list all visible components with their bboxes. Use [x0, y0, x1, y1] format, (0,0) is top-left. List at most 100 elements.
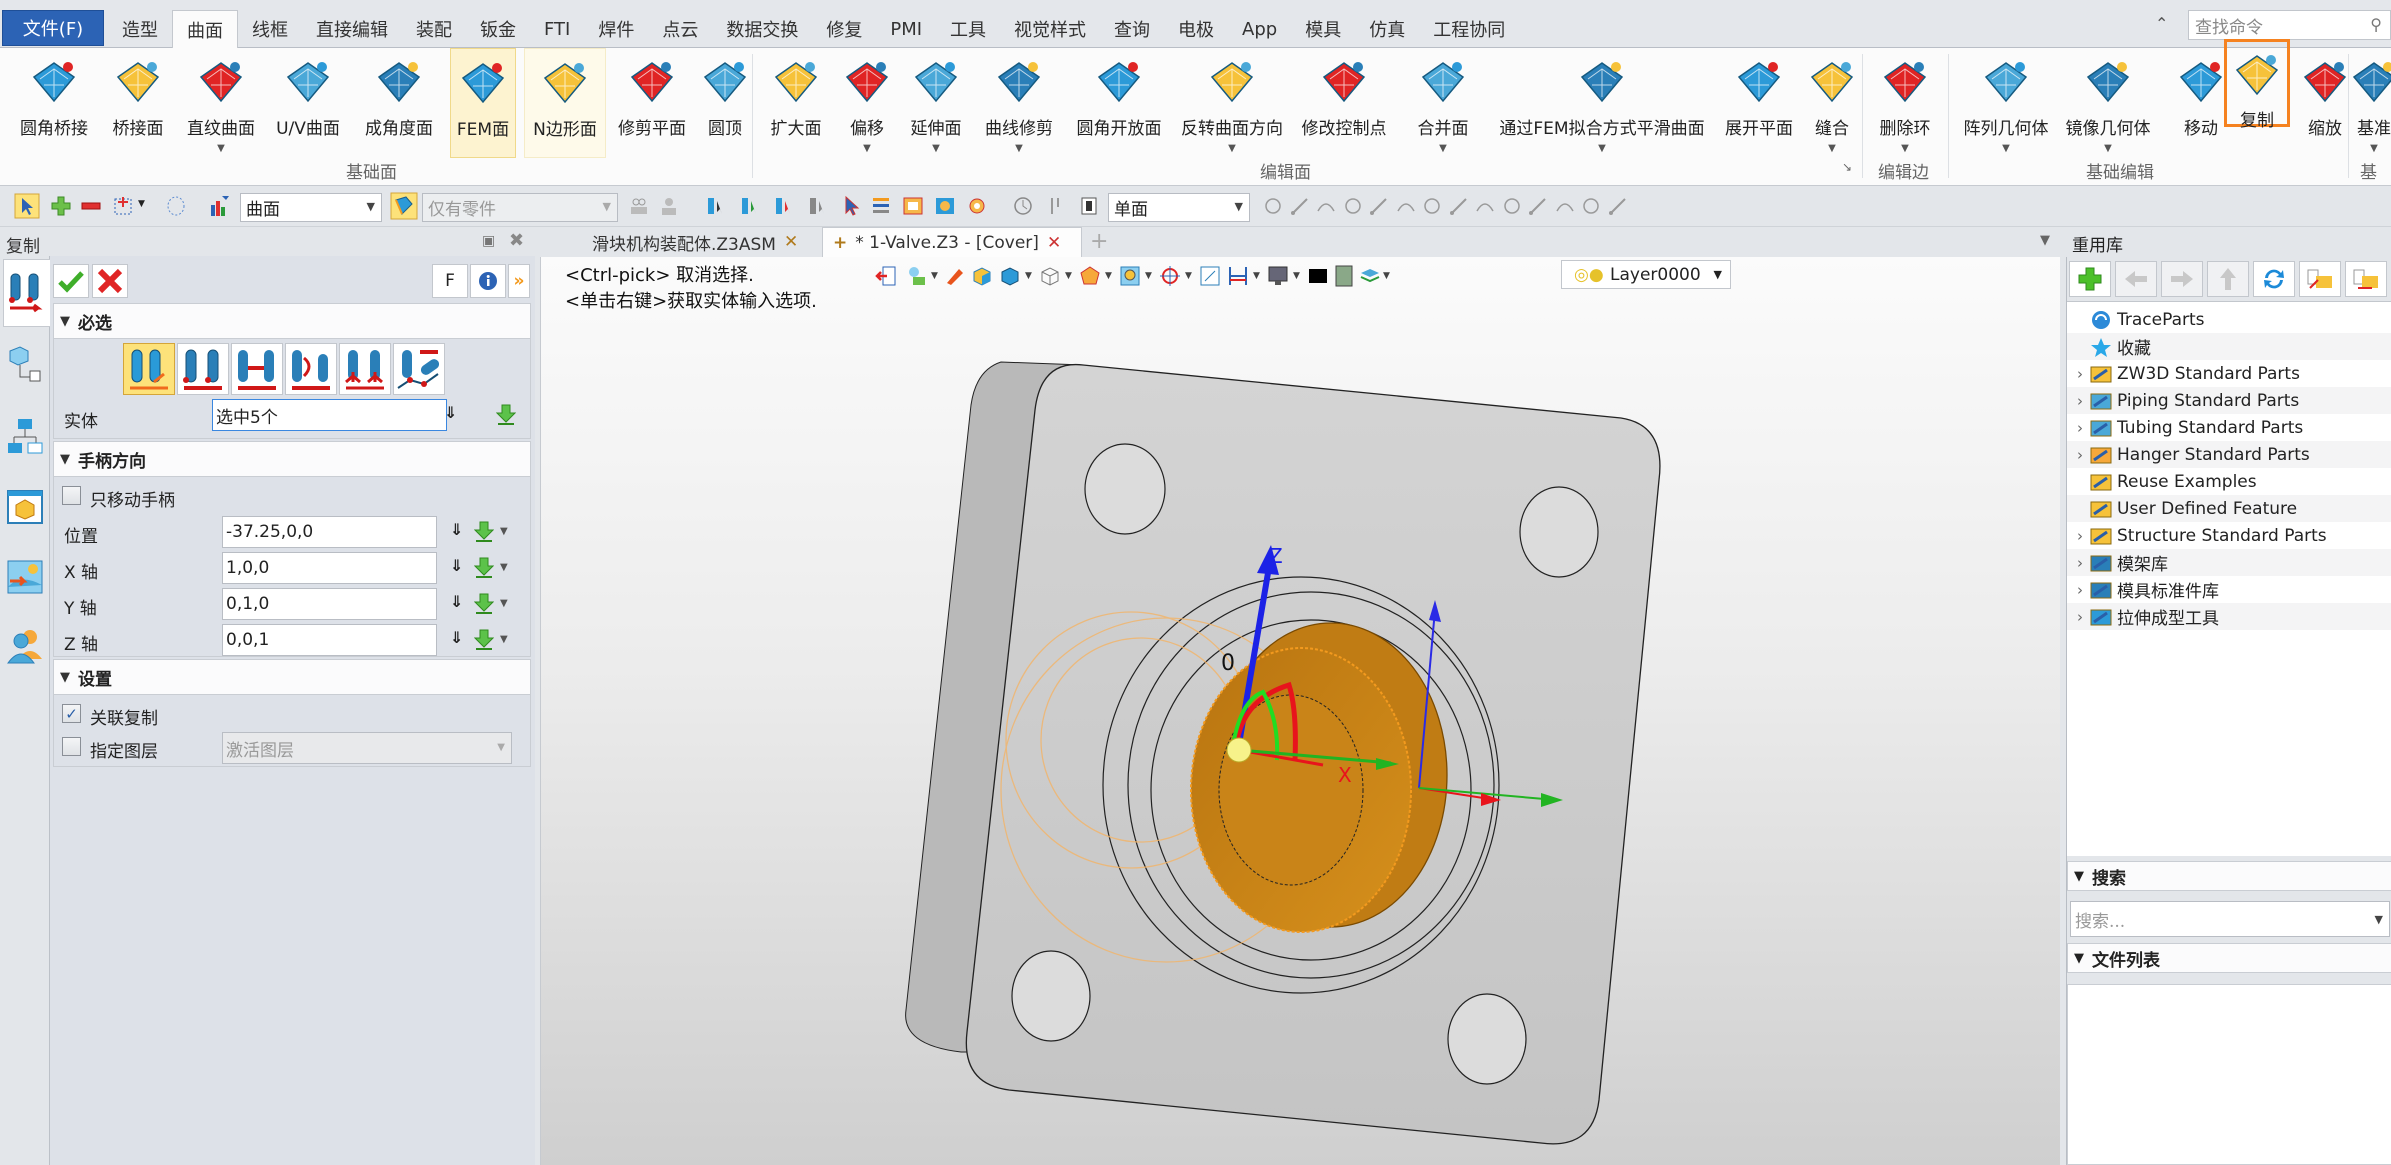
- copy-mode-path-button[interactable]: [393, 343, 445, 395]
- ribbon-button-angled-surface[interactable]: 成角度面: [352, 48, 446, 158]
- info-button[interactable]: [470, 264, 506, 298]
- ribbon-button-unfold-plane[interactable]: 展开平面: [1718, 48, 1800, 158]
- ribbon-button-uv-surface[interactable]: U/V曲面: [272, 48, 344, 158]
- file-list-section-header[interactable]: ▼ 文件列表: [2067, 943, 2391, 973]
- snap-segment-icon[interactable]: [1395, 195, 1417, 217]
- part-tree-icon[interactable]: [6, 343, 44, 383]
- close-panel-icon[interactable]: ✖: [509, 230, 524, 251]
- snap-curve-icon[interactable]: [1474, 195, 1496, 217]
- export-folder-button[interactable]: [2345, 261, 2387, 297]
- copy-mode-dynamic-button[interactable]: [123, 343, 175, 395]
- expand-options-icon[interactable]: ⇓: [444, 403, 457, 422]
- settings-gear-icon[interactable]: [966, 195, 988, 217]
- ribbon-tab[interactable]: 查询: [1100, 10, 1164, 48]
- snap-points-icon[interactable]: [1342, 195, 1364, 217]
- associative-copy-checkbox[interactable]: ✓: [62, 704, 81, 723]
- expand-chevron-icon[interactable]: ›: [2071, 554, 2089, 572]
- command-search-input[interactable]: 查找命令 ⚲: [2188, 10, 2391, 40]
- refresh-button[interactable]: [2253, 261, 2295, 297]
- ribbon-button-trim-plane[interactable]: 修剪平面: [612, 48, 692, 158]
- select-face-icon[interactable]: [704, 195, 726, 217]
- search-section-header[interactable]: ▼ 搜索: [2067, 861, 2391, 891]
- ribbon-tab[interactable]: 视觉样式: [1000, 10, 1100, 48]
- ribbon-button-fillet-open-face[interactable]: 圆角开放面: [1068, 48, 1170, 158]
- ribbon-button-modify-control-points[interactable]: 修改控制点: [1296, 48, 1392, 158]
- copy-mode-rotate-button[interactable]: [285, 343, 337, 395]
- copy-mode-align-button[interactable]: [339, 343, 391, 395]
- chevron-down-icon[interactable]: ▼: [2002, 143, 2010, 154]
- library-search-input[interactable]: 搜索... ▼: [2070, 901, 2390, 937]
- expand-options-icon[interactable]: ⇓: [450, 520, 463, 539]
- snap-gear-icon[interactable]: [1289, 195, 1311, 217]
- snap-circle-icon[interactable]: [1448, 195, 1470, 217]
- y-axis-input[interactable]: 0,1,0: [222, 588, 437, 620]
- ref-icon[interactable]: [628, 195, 650, 217]
- copy-mode-point-to-point-button[interactable]: [177, 343, 229, 395]
- ribbon-tab[interactable]: 修复: [812, 10, 876, 48]
- cancel-button[interactable]: [92, 264, 128, 298]
- chevron-down-icon[interactable]: ▼: [2375, 913, 2383, 926]
- assembly-tree-icon[interactable]: [6, 417, 44, 457]
- select-edge-icon[interactable]: [738, 195, 760, 217]
- chevron-down-icon[interactable]: ▼: [1015, 143, 1023, 154]
- ribbon-tab[interactable]: 电极: [1164, 10, 1228, 48]
- pick-download-icon[interactable]: [474, 520, 494, 542]
- file-menu-tab[interactable]: 文件(F): [2, 10, 104, 46]
- ribbon-tab[interactable]: 工具: [936, 10, 1000, 48]
- copy-mode-distance-button[interactable]: [231, 343, 283, 395]
- box-select-dropdown[interactable]: ▼: [138, 199, 145, 209]
- ribbon-tab[interactable]: 数据交换: [712, 10, 812, 48]
- chevron-down-icon[interactable]: ▼: [217, 143, 225, 154]
- open-folder-button[interactable]: [2299, 261, 2341, 297]
- pick-download-icon[interactable]: [474, 628, 494, 650]
- close-tab-icon[interactable]: ✕: [784, 232, 798, 252]
- box-select-icon[interactable]: [112, 195, 134, 217]
- ribbon-button-delete-loop[interactable]: 删除环 ▼: [1872, 48, 1938, 158]
- snap-tangent-icon[interactable]: [1554, 195, 1576, 217]
- ribbon-button-copy[interactable]: 复制: [2224, 39, 2290, 131]
- display-icon[interactable]: [934, 195, 956, 217]
- pick-download-icon[interactable]: [474, 592, 494, 614]
- tree-item[interactable]: › Piping Standard Parts: [2067, 387, 2391, 414]
- ribbon-button-fem-smooth[interactable]: 通过FEM拟合方式平滑曲面 ▼: [1494, 48, 1710, 158]
- chevron-down-icon[interactable]: ▼: [2370, 143, 2378, 154]
- restore-panel-icon[interactable]: ▣: [482, 233, 495, 249]
- expand-chevron-icon[interactable]: ›: [2071, 392, 2089, 410]
- expand-options-icon[interactable]: ⇓: [450, 556, 463, 575]
- ribbon-tab[interactable]: PMI: [876, 10, 936, 48]
- settings-section-header[interactable]: ▼ 设置: [53, 659, 531, 695]
- snap-wave-icon[interactable]: [1501, 195, 1523, 217]
- pick-download-icon[interactable]: [474, 556, 494, 578]
- remove-icon[interactable]: [80, 195, 102, 217]
- select-body-icon[interactable]: [806, 195, 828, 217]
- chevron-down-icon[interactable]: ▼: [500, 598, 508, 609]
- part-scope-icon[interactable]: [390, 192, 418, 220]
- tree-item[interactable]: › Hanger Standard Parts: [2067, 441, 2391, 468]
- forward-button[interactable]: [2161, 261, 2203, 297]
- ribbon-tab[interactable]: 工程协同: [1419, 10, 1519, 48]
- chevron-down-icon[interactable]: ▼: [1439, 143, 1447, 154]
- ribbon-button-fem-surface[interactable]: FEM面: [450, 48, 516, 158]
- move-handle-only-checkbox[interactable]: [62, 486, 81, 505]
- required-section-header[interactable]: ▼ 必选: [53, 303, 531, 339]
- tree-item[interactable]: › Tubing Standard Parts: [2067, 414, 2391, 441]
- lasso-select-icon[interactable]: [165, 195, 187, 217]
- handle-direction-section-header[interactable]: ▼ 手柄方向: [53, 441, 531, 477]
- ribbon-tab[interactable]: 仿真: [1355, 10, 1419, 48]
- tree-item[interactable]: 收藏: [2067, 333, 2391, 360]
- tree-item[interactable]: › 模具标准件库: [2067, 576, 2391, 603]
- expand-chevron-icon[interactable]: ›: [2071, 365, 2089, 383]
- ribbon-button-bridge-surface[interactable]: 桥接面: [106, 48, 170, 158]
- ribbon-tab[interactable]: App: [1228, 10, 1291, 48]
- tree-item[interactable]: TraceParts: [2067, 306, 2391, 333]
- pin-icon[interactable]: ▼: [2040, 233, 2050, 248]
- chevron-down-icon[interactable]: ▼: [500, 634, 508, 645]
- snap-pointer-icon[interactable]: [1262, 195, 1284, 217]
- snap-play-icon[interactable]: [1315, 195, 1337, 217]
- tree-item[interactable]: › 拉伸成型工具: [2067, 603, 2391, 630]
- tree-item[interactable]: › Structure Standard Parts: [2067, 522, 2391, 549]
- expand-options-icon[interactable]: ⇓: [450, 628, 463, 647]
- expand-chevron-icon[interactable]: ›: [2071, 527, 2089, 545]
- ribbon-button-sew[interactable]: 缝合 ▼: [1808, 48, 1856, 158]
- f-button[interactable]: F: [432, 264, 468, 298]
